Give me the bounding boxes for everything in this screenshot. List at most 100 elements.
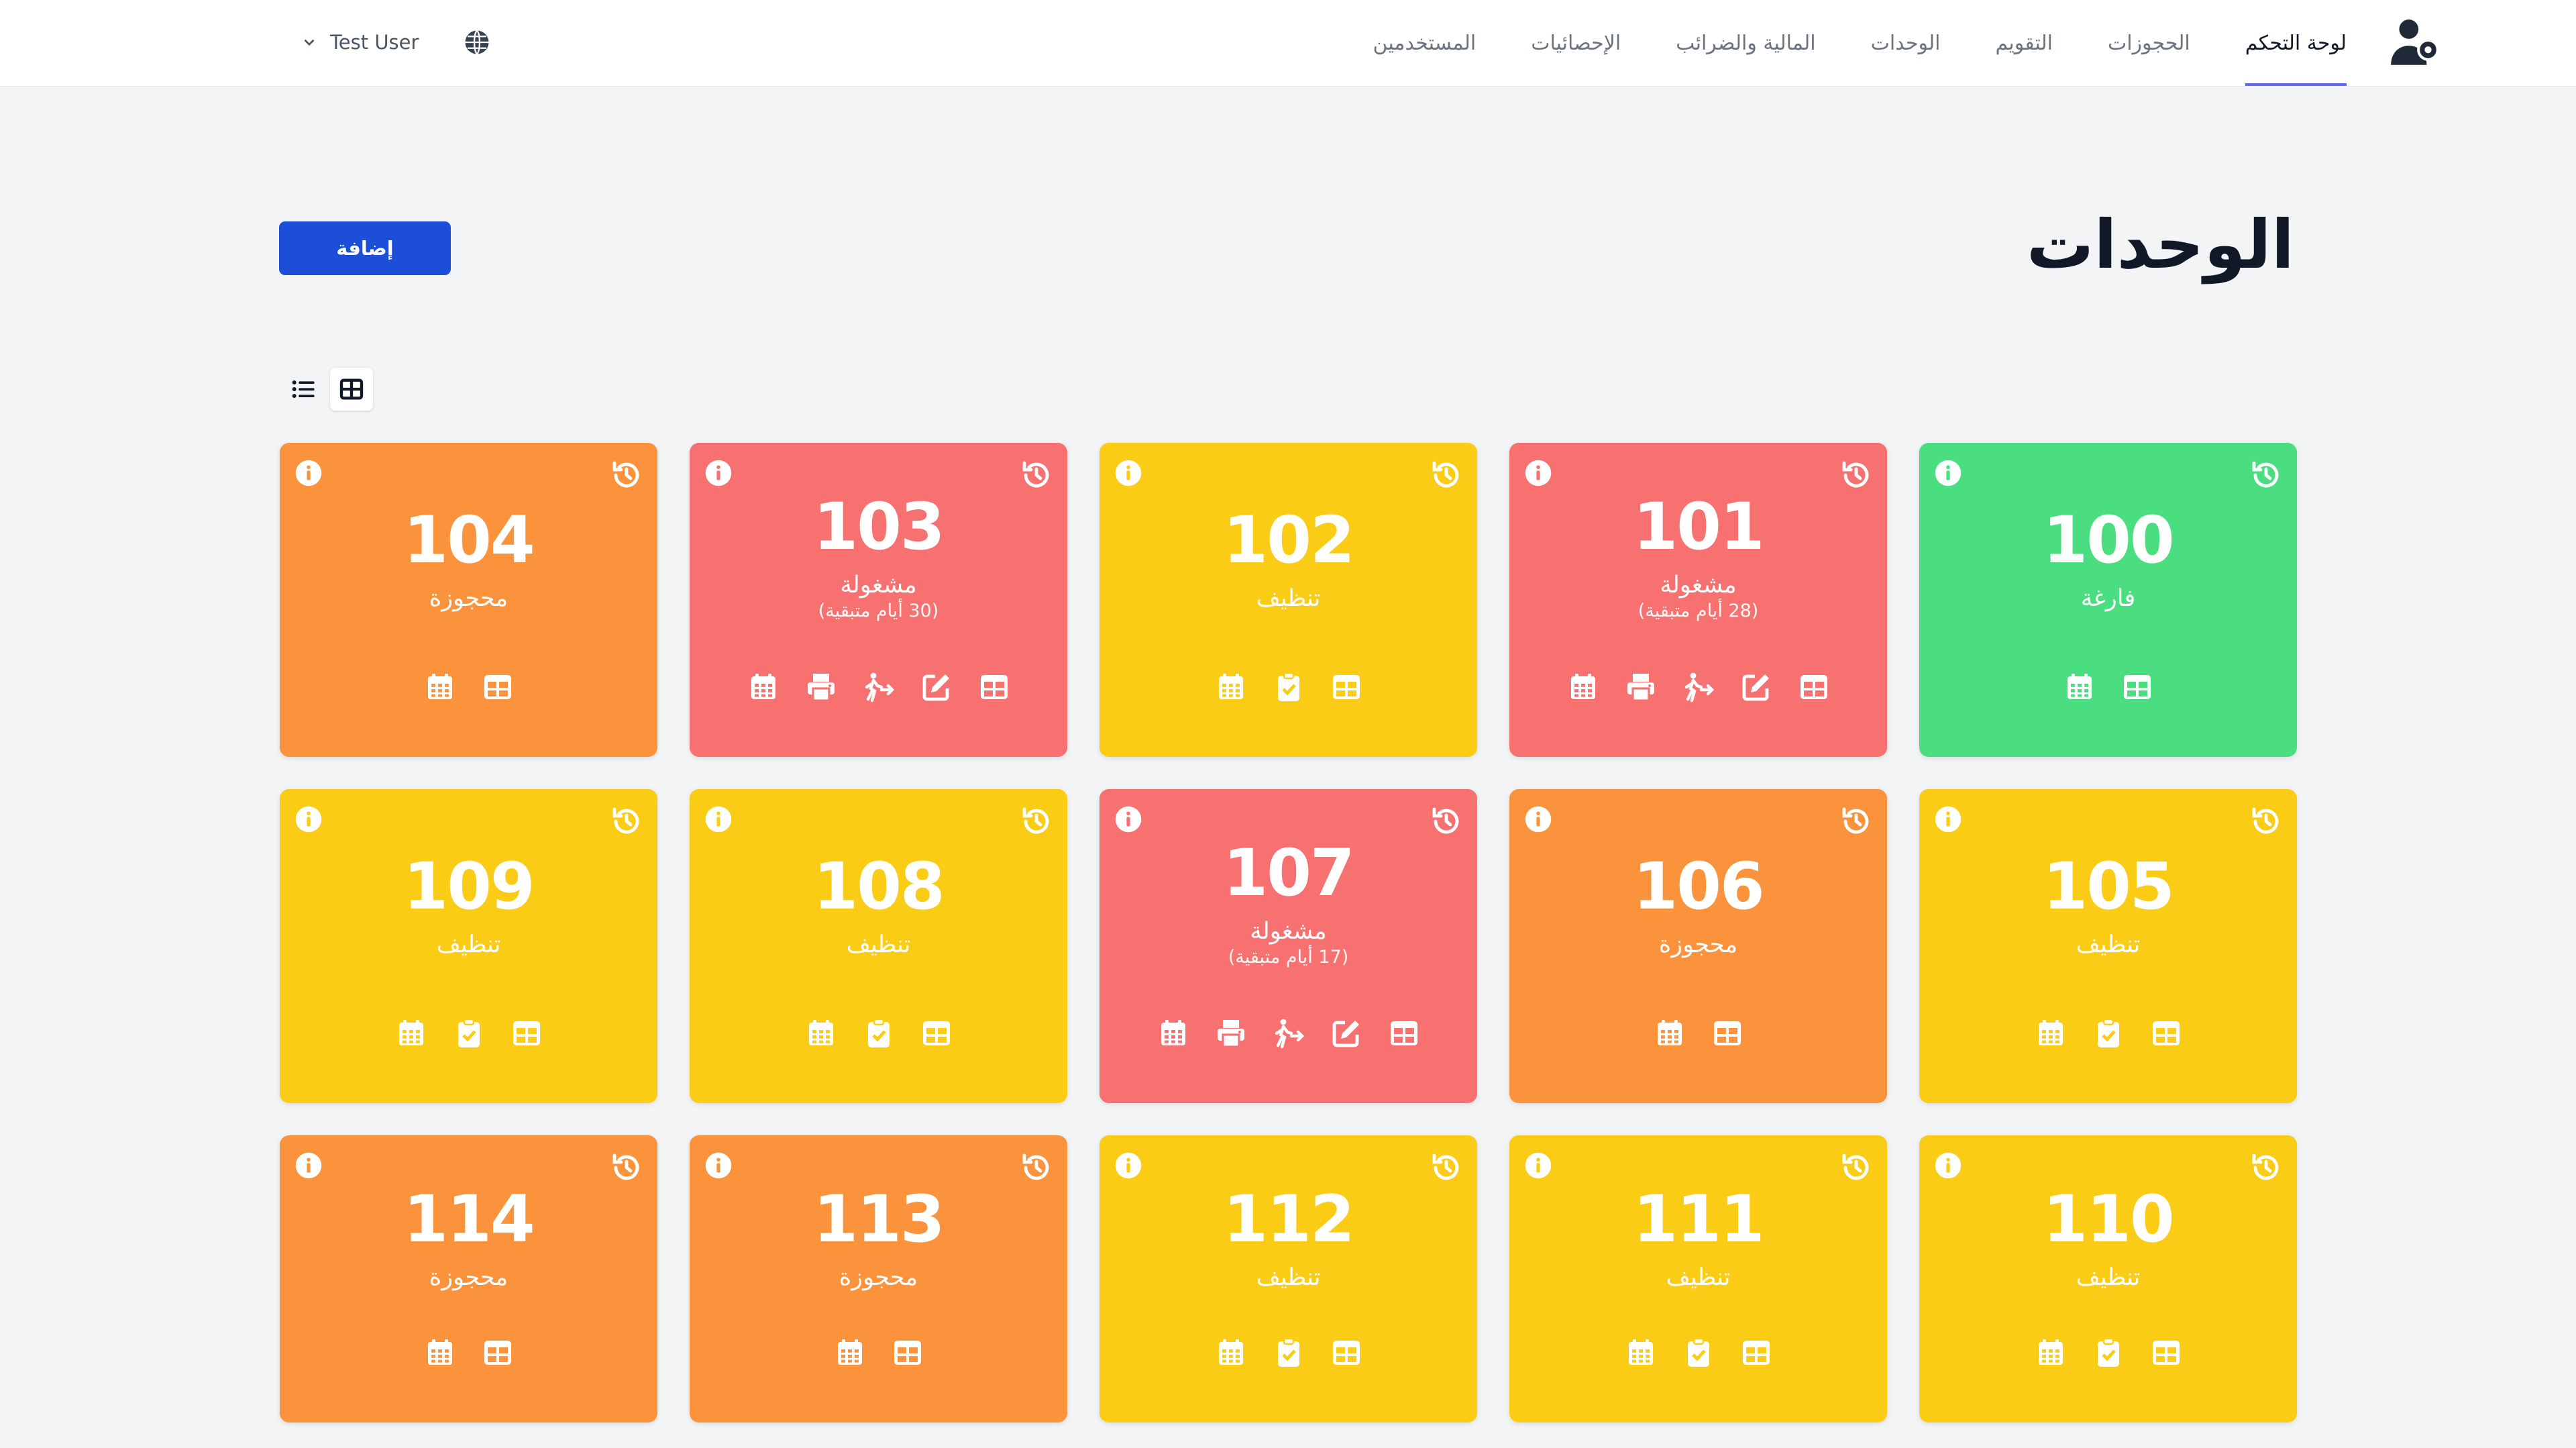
history-icon[interactable] (1840, 805, 1872, 837)
checkout-icon[interactable] (863, 671, 895, 703)
nav-item[interactable]: الوحدات (1871, 0, 1941, 86)
calendar-icon[interactable] (395, 1017, 427, 1049)
clipboard-check-icon[interactable] (2092, 1017, 2125, 1049)
history-icon[interactable] (610, 1151, 643, 1184)
unit-card[interactable]: 100 فارغة (1919, 443, 2297, 757)
unit-card[interactable]: 111 تنظيف (1509, 1135, 1887, 1423)
clipboard-check-icon[interactable] (1273, 1337, 1305, 1369)
info-icon[interactable] (1934, 1151, 1962, 1180)
nav-item[interactable]: المالية والضرائب (1676, 0, 1815, 86)
nav-item[interactable]: الحجوزات (2108, 0, 2190, 86)
user-menu[interactable]: Test User (301, 27, 419, 58)
table-icon[interactable] (2121, 671, 2153, 703)
calendar-icon[interactable] (1567, 671, 1599, 703)
unit-card[interactable]: 104 محجوزة (280, 443, 657, 757)
info-icon[interactable] (704, 1151, 733, 1180)
info-icon[interactable] (704, 459, 733, 487)
unit-card[interactable]: 105 تنظيف (1919, 789, 2297, 1103)
history-icon[interactable] (2250, 459, 2282, 491)
info-icon[interactable] (1114, 805, 1142, 833)
info-icon[interactable] (294, 805, 323, 833)
grid-view-button[interactable] (330, 368, 373, 411)
calendar-icon[interactable] (2035, 1017, 2067, 1049)
globe-icon[interactable] (463, 28, 491, 56)
info-icon[interactable] (1524, 805, 1552, 833)
history-icon[interactable] (610, 805, 643, 837)
info-icon[interactable] (1524, 459, 1552, 487)
info-icon[interactable] (294, 1151, 323, 1180)
calendar-icon[interactable] (805, 1017, 837, 1049)
history-icon[interactable] (610, 459, 643, 491)
table-icon[interactable] (1388, 1017, 1420, 1049)
history-icon[interactable] (1430, 805, 1462, 837)
calendar-icon[interactable] (1215, 671, 1247, 703)
history-icon[interactable] (1430, 1151, 1462, 1184)
history-icon[interactable] (1840, 459, 1872, 491)
unit-card[interactable]: 106 محجوزة (1509, 789, 1887, 1103)
nav-item[interactable]: لوحة التحكم (2245, 0, 2347, 86)
table-icon[interactable] (1711, 1017, 1743, 1049)
clipboard-check-icon[interactable] (863, 1017, 895, 1049)
clipboard-check-icon[interactable] (453, 1017, 485, 1049)
nav-item[interactable]: التقويم (1995, 0, 2053, 86)
unit-card[interactable]: 110 تنظيف (1919, 1135, 2297, 1423)
unit-card[interactable]: 109 تنظيف (280, 789, 657, 1103)
clipboard-check-icon[interactable] (1682, 1337, 1715, 1369)
info-icon[interactable] (1524, 1151, 1552, 1180)
list-view-button[interactable] (282, 368, 325, 411)
history-icon[interactable] (2250, 805, 2282, 837)
calendar-icon[interactable] (1215, 1337, 1247, 1369)
history-icon[interactable] (1020, 1151, 1053, 1184)
calendar-icon[interactable] (2063, 671, 2096, 703)
calendar-icon[interactable] (424, 1337, 456, 1369)
info-icon[interactable] (1934, 459, 1962, 487)
calendar-icon[interactable] (834, 1337, 866, 1369)
unit-card[interactable]: 107 مشغولة (17 أيام متبقية) (1099, 789, 1477, 1103)
table-icon[interactable] (482, 671, 514, 703)
table-icon[interactable] (482, 1337, 514, 1369)
printer-icon[interactable] (1215, 1017, 1247, 1049)
calendar-icon[interactable] (1654, 1017, 1686, 1049)
table-icon[interactable] (511, 1017, 543, 1049)
unit-card[interactable]: 113 محجوزة (690, 1135, 1067, 1423)
info-icon[interactable] (704, 805, 733, 833)
printer-icon[interactable] (1625, 671, 1657, 703)
unit-card[interactable]: 103 مشغولة (30 أيام متبقية) (690, 443, 1067, 757)
info-icon[interactable] (294, 459, 323, 487)
table-icon[interactable] (892, 1337, 924, 1369)
table-icon[interactable] (978, 671, 1010, 703)
history-icon[interactable] (1020, 805, 1053, 837)
clipboard-check-icon[interactable] (1273, 671, 1305, 703)
clipboard-check-icon[interactable] (2092, 1337, 2125, 1369)
calendar-icon[interactable] (1625, 1337, 1657, 1369)
table-icon[interactable] (1330, 1337, 1362, 1369)
history-icon[interactable] (2250, 1151, 2282, 1184)
info-icon[interactable] (1934, 805, 1962, 833)
calendar-icon[interactable] (2035, 1337, 2067, 1369)
calendar-icon[interactable] (747, 671, 780, 703)
unit-card[interactable]: 112 تنظيف (1099, 1135, 1477, 1423)
table-icon[interactable] (1740, 1337, 1772, 1369)
checkout-icon[interactable] (1682, 671, 1715, 703)
unit-card[interactable]: 114 محجوزة (280, 1135, 657, 1423)
checkout-icon[interactable] (1273, 1017, 1305, 1049)
calendar-icon[interactable] (1157, 1017, 1189, 1049)
info-icon[interactable] (1114, 1151, 1142, 1180)
table-icon[interactable] (2150, 1337, 2182, 1369)
add-button[interactable]: إضافة (279, 221, 451, 275)
unit-card[interactable]: 108 تنظيف (690, 789, 1067, 1103)
history-icon[interactable] (1840, 1151, 1872, 1184)
history-icon[interactable] (1430, 459, 1462, 491)
unit-card[interactable]: 101 مشغولة (28 أيام متبقية) (1509, 443, 1887, 757)
edit-icon[interactable] (920, 671, 953, 703)
unit-card[interactable]: 102 تنظيف (1099, 443, 1477, 757)
nav-item[interactable]: المستخدمين (1373, 0, 1477, 86)
edit-icon[interactable] (1330, 1017, 1362, 1049)
history-icon[interactable] (1020, 459, 1053, 491)
logo-icon[interactable] (2387, 15, 2442, 70)
info-icon[interactable] (1114, 459, 1142, 487)
table-icon[interactable] (920, 1017, 953, 1049)
nav-item[interactable]: الإحصائيات (1531, 0, 1621, 86)
calendar-icon[interactable] (424, 671, 456, 703)
table-icon[interactable] (1798, 671, 1830, 703)
